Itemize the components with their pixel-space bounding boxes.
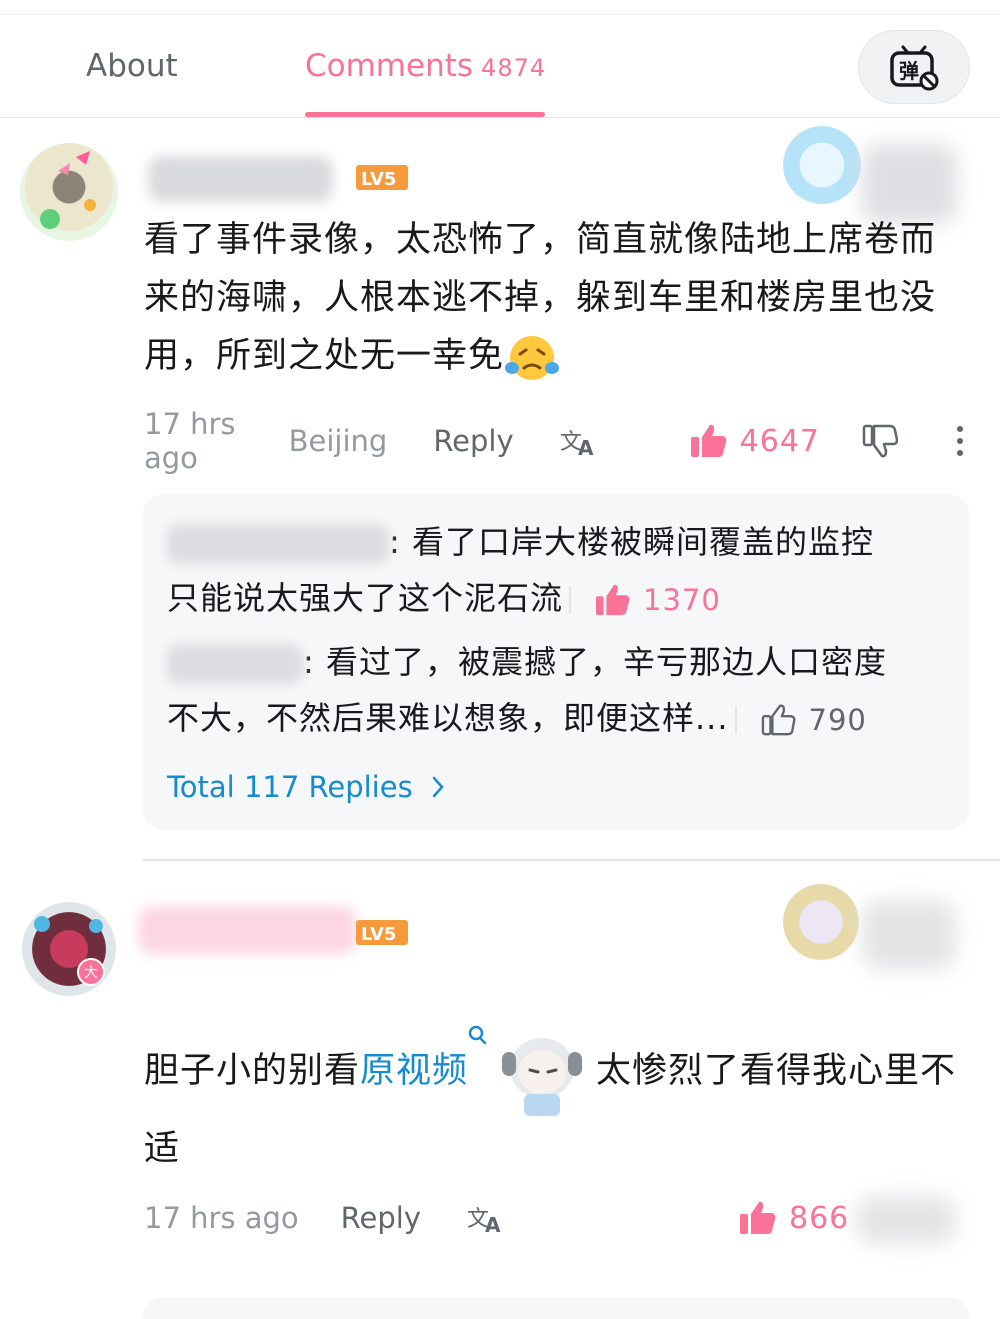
level-badge-lv5: LV5 [356, 920, 408, 945]
comment-location: Beijing [288, 424, 388, 458]
comment-divider [143, 859, 1000, 861]
username-blurred[interactable] [138, 906, 356, 954]
comments-count: 4874 [481, 54, 547, 82]
svg-text:LV5: LV5 [361, 924, 396, 945]
comment-text: 看了事件录像，太恐怖了，简直就像陆地上席卷而来的海啸，人根本逃不掉，躲到车里和楼… [144, 211, 944, 385]
chevron-right-icon [431, 775, 445, 799]
sub-reply-text: 只能说太强大了这个泥石流 1370 [167, 570, 721, 628]
sub-replies-panel [143, 1297, 969, 1319]
sub-reply-username-blurred[interactable] [167, 524, 389, 564]
danmaku-off-icon: 弹 [889, 43, 939, 91]
svg-text:LV5: LV5 [361, 169, 396, 190]
tab-comments-label: Comments [305, 48, 474, 84]
reply-button[interactable]: Reply [341, 1201, 421, 1235]
crying-face-icon [504, 332, 560, 382]
translate-icon[interactable]: 文 A [467, 1202, 505, 1234]
sub-reply-username-blurred[interactable] [167, 644, 303, 684]
username-blurred[interactable] [148, 156, 333, 202]
sub-reply-like-count: 1370 [643, 583, 721, 617]
fan-medal-decoration [783, 884, 859, 960]
badge-glyph: 大 [84, 965, 98, 981]
thumbs-up-filled-icon [739, 1200, 777, 1236]
top-divider [0, 14, 1000, 15]
comment-text: 胆子小的别看原视频 太惨烈了看得我心里不适 [144, 1024, 974, 1178]
thumbs-up-filled-icon [595, 583, 631, 617]
actions-blurred [856, 1196, 956, 1244]
separator [734, 706, 737, 734]
active-tab-indicator [305, 112, 545, 117]
sub-reply-like-button[interactable]: 1370 [595, 572, 721, 628]
avatar[interactable] [20, 143, 118, 241]
thumbs-down-icon[interactable] [862, 423, 898, 459]
sub-replies-panel: : 看了口岸大楼被瞬间覆盖的监控 只能说太强大了这个泥石流 1370 : 看过了… [143, 494, 969, 830]
comment-actions: 17 hrs ago Reply 文 A 866 [144, 1198, 964, 1238]
like-button[interactable]: 866 [739, 1200, 849, 1236]
level-badge-lv5: LV5 [356, 165, 408, 190]
sub-reply-item[interactable]: : 看过了，被震撼了，辛亏那边人口密度 [167, 634, 887, 690]
svg-text:A: A [578, 436, 594, 457]
like-count: 4647 [739, 423, 820, 459]
like-button[interactable]: 4647 [690, 423, 820, 459]
search-icon [468, 1024, 488, 1048]
translate-icon[interactable]: 文 A [560, 425, 598, 457]
svg-text:A: A [485, 1213, 501, 1234]
sub-reply-text: 不大，不然后果难以想象，即便这样... 790 [167, 690, 867, 748]
search-link[interactable]: 原视频 [360, 1025, 488, 1091]
more-options-icon[interactable] [956, 425, 964, 457]
like-count: 866 [789, 1200, 850, 1236]
total-replies-link[interactable]: Total 117 Replies [167, 770, 445, 804]
danmaku-toggle-button[interactable]: 弹 [858, 30, 970, 104]
sub-reply-item[interactable]: : 看了口岸大楼被瞬间覆盖的监控 [167, 514, 874, 570]
official-badge: 大 [77, 958, 105, 986]
reply-button[interactable]: Reply [433, 424, 513, 458]
thumbs-up-filled-icon [690, 423, 728, 459]
comment-time: 17 hrs ago [144, 407, 236, 475]
tab-about[interactable]: About [86, 48, 178, 84]
comment-actions: 17 hrs ago Beijing Reply 文 A 4647 [144, 407, 964, 475]
thumbs-up-outline-icon [761, 703, 797, 737]
tab-bar: About Comments 4874 弹 [0, 16, 1000, 118]
separator [569, 586, 572, 614]
comment-time: 17 hrs ago [144, 1201, 299, 1235]
avatar[interactable] [22, 902, 116, 996]
sub-reply-like-count: 790 [808, 703, 867, 737]
sub-reply-like-button[interactable]: 790 [761, 692, 867, 748]
sticker-emote [496, 1024, 588, 1120]
decoration-blurred [862, 900, 956, 970]
tab-comments[interactable]: Comments 4874 [305, 48, 546, 84]
fan-medal-decoration [783, 126, 861, 204]
svg-text:弹: 弹 [899, 59, 919, 83]
